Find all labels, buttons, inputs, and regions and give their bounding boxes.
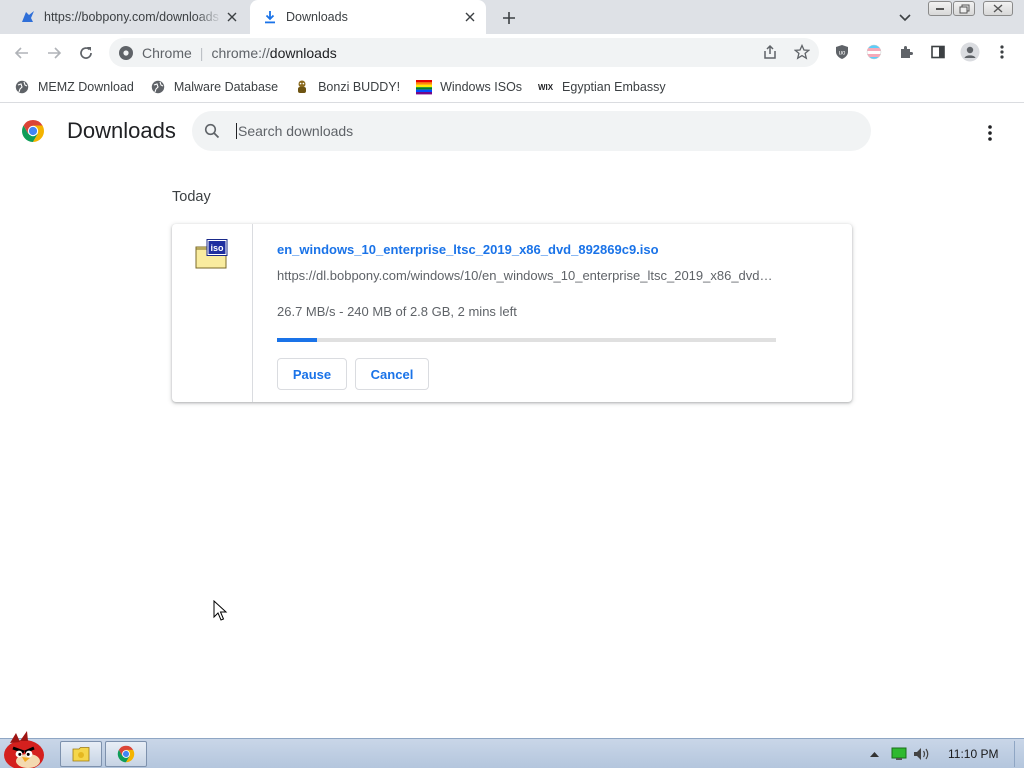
pause-button[interactable]: Pause [277,358,347,390]
show-desktop-button[interactable] [1014,741,1022,767]
network-icon[interactable] [890,745,908,763]
pride-flag-icon[interactable] [864,42,884,62]
bonzi-icon [294,79,310,95]
share-icon[interactable] [759,41,781,63]
restore-button[interactable] [953,1,975,16]
download-progress-bar [277,338,776,342]
bobpony-favicon-icon [20,9,36,25]
download-progress-fill [277,338,317,342]
bookmark-label: MEMZ Download [38,79,134,94]
bookmark-label: Windows ISOs [440,79,523,94]
chevron-down-icon[interactable] [895,8,915,28]
ublock-icon[interactable]: uo [832,42,852,62]
volume-icon[interactable] [913,745,931,763]
downloads-menu-icon[interactable] [978,121,1002,145]
tab-title: https://bobpony.com/downloads [44,10,219,24]
profile-avatar-icon[interactable] [960,42,980,62]
browser-menu-icon[interactable] [992,42,1012,62]
bookmark-star-icon[interactable] [791,41,813,63]
forward-button[interactable] [42,41,66,65]
bookmark-bonzi-buddy[interactable]: Bonzi BUDDY! [294,79,400,95]
close-tab-icon[interactable] [460,7,480,27]
search-input[interactable] [236,123,836,139]
chrome-logo-icon [21,119,45,143]
taskbar-clock[interactable]: 11:10 PM [948,747,998,761]
download-filename-link[interactable]: en_windows_10_enterprise_ltsc_2019_x86_d… [277,242,659,257]
tray-chevron-up-icon[interactable] [865,745,883,763]
iso-file-icon: iso [195,239,229,269]
cancel-button[interactable]: Cancel [355,358,429,390]
windows-flag-icon [416,79,433,95]
extensions-puzzle-icon[interactable] [896,42,916,62]
toolbar: Chrome | chrome://downloads uo [0,34,1024,71]
bookmarks-bar: MEMZ Download Malware Database Bonzi BUD… [0,71,1024,103]
close-window-button[interactable] [983,1,1013,16]
side-panel-icon[interactable] [928,42,948,62]
download-source-url[interactable]: https://dl.bobpony.com/windows/10/en_win… [277,268,777,283]
taskbar-explorer-button[interactable] [60,741,102,767]
minimize-button[interactable] [928,1,952,16]
mouse-cursor-icon [213,599,229,622]
bookmark-malware-database[interactable]: Malware Database [150,79,278,95]
taskbar-chrome-button[interactable] [105,741,147,767]
download-icon [262,9,278,25]
bookmark-label: Bonzi BUDDY! [318,79,401,94]
globe-icon [14,79,30,95]
tab-strip: https://bobpony.com/downloads Downloads [0,0,1024,34]
chrome-page-icon [118,45,134,61]
tab-bobpony[interactable]: https://bobpony.com/downloads [8,0,248,34]
search-icon [204,122,222,140]
bookmark-memz-download[interactable]: MEMZ Download [14,79,134,95]
url-host: downloads [269,44,337,61]
wix-icon: WIX [538,79,554,95]
download-item: iso en_windows_10_enterprise_ltsc_2019_x… [172,224,852,402]
start-button[interactable] [0,731,50,768]
svg-text:iso: iso [210,243,224,253]
address-bar[interactable]: Chrome | chrome://downloads [109,38,819,67]
close-tab-icon[interactable] [222,7,242,27]
reload-button[interactable] [74,41,98,65]
new-tab-button[interactable] [498,7,520,29]
date-heading: Today [172,189,211,205]
download-status: 26.7 MB/s - 240 MB of 2.8 GB, 2 mins lef… [277,304,517,319]
scheme-chip: Chrome [142,44,192,61]
bookmark-windows-isos[interactable]: Windows ISOs [416,79,522,95]
url-scheme: chrome:// [211,44,270,61]
globe-icon [150,79,166,95]
tab-title: Downloads [286,10,348,24]
tab-downloads[interactable]: Downloads [250,0,486,34]
file-icon-column: iso [172,224,253,402]
downloads-header: Downloads [0,104,1024,160]
bookmark-label: Egyptian Embassy [562,79,666,94]
svg-text:uo: uo [839,51,846,57]
taskbar: 11:10 PM [0,731,1024,768]
page-title: Downloads [67,118,176,143]
back-button[interactable] [10,41,34,65]
bookmark-egyptian-embassy[interactable]: WIX Egyptian Embassy [538,79,666,95]
svg-text:WIX: WIX [538,83,554,92]
search-box[interactable] [192,111,871,151]
bookmark-label: Malware Database [173,79,279,94]
